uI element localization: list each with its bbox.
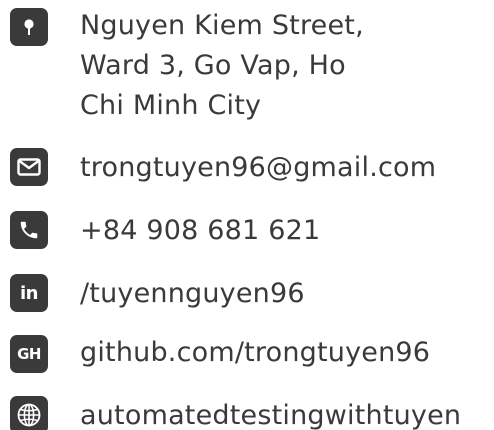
address-line-3: Chi Minh City bbox=[80, 90, 262, 121]
address-line-2: Ward 3, Go Vap, Ho bbox=[80, 50, 346, 81]
contact-item-linkedin[interactable]: in /tuyennguyen96 bbox=[0, 272, 494, 316]
contact-item-address: Nguyen Kiem Street, Ward 3, Go Vap, Ho C… bbox=[0, 0, 494, 130]
contact-item-email[interactable]: trongtuyen96@gmail.com bbox=[0, 146, 494, 190]
contact-item-github[interactable]: GH github.com/trongtuyen96 bbox=[0, 333, 494, 377]
github-icon: GH bbox=[10, 335, 48, 373]
contact-item-phone[interactable]: +84 908 681 621 bbox=[0, 209, 494, 253]
linkedin-icon: in bbox=[10, 274, 48, 312]
phone-icon bbox=[10, 211, 48, 249]
github-icon-label: GH bbox=[17, 345, 41, 363]
envelope-icon bbox=[10, 148, 48, 186]
contact-item-website[interactable]: automatedtestingwithtuyen bbox=[0, 394, 494, 430]
linkedin-icon-label: in bbox=[20, 282, 38, 304]
phone-text[interactable]: +84 908 681 621 bbox=[80, 211, 320, 251]
github-link[interactable]: github.com/trongtuyen96 bbox=[80, 333, 430, 373]
email-link[interactable]: trongtuyen96@gmail.com bbox=[80, 148, 436, 188]
linkedin-link[interactable]: /tuyennguyen96 bbox=[80, 274, 305, 314]
address-line-1: Nguyen Kiem Street, bbox=[80, 10, 364, 41]
map-pin-icon bbox=[10, 8, 48, 46]
address-text: Nguyen Kiem Street, Ward 3, Go Vap, Ho C… bbox=[80, 6, 364, 126]
globe-icon bbox=[10, 396, 48, 430]
website-link[interactable]: automatedtestingwithtuyen bbox=[80, 396, 461, 430]
